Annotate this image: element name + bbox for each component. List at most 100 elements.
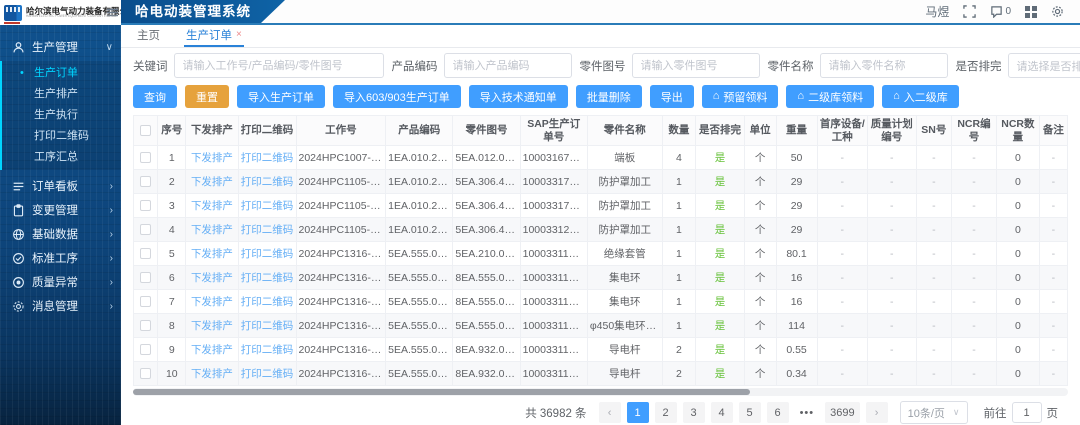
sidebar-item-生产执行[interactable]: 生产执行 bbox=[2, 105, 121, 126]
dispatch-link[interactable]: 下发排产 bbox=[186, 314, 238, 338]
print-qr-link[interactable]: 打印二维码 bbox=[238, 146, 296, 170]
row-checkbox[interactable] bbox=[140, 200, 151, 211]
select-all-checkbox[interactable] bbox=[140, 125, 151, 136]
cell: 2024HPC1316-1833-2 bbox=[296, 266, 386, 290]
page-button-3699[interactable]: 3699 bbox=[825, 402, 859, 423]
filter-零件名称: 零件名称 bbox=[768, 53, 948, 78]
print-qr-link[interactable]: 打印二维码 bbox=[238, 242, 296, 266]
print-qr-link[interactable]: 打印二维码 bbox=[238, 314, 296, 338]
page-ellipsis[interactable]: ••• bbox=[795, 402, 820, 423]
print-qr-link[interactable]: 打印二维码 bbox=[238, 218, 296, 242]
dispatch-link[interactable]: 下发排产 bbox=[186, 242, 238, 266]
sidebar-item-生产订单[interactable]: 生产订单 bbox=[2, 63, 121, 84]
sidebar-group-生产管理[interactable]: 生产管理∨ bbox=[0, 35, 121, 59]
button-label: 导入技术通知单 bbox=[480, 89, 557, 105]
sidebar-group-基础数据[interactable]: 基础数据› bbox=[0, 222, 121, 246]
tab-主页[interactable]: 主页 bbox=[135, 27, 162, 47]
cell: - bbox=[916, 218, 951, 242]
page-size-select[interactable]: 10条/页∨ bbox=[900, 401, 968, 424]
filter-input-关键词[interactable] bbox=[174, 53, 384, 78]
row-checkbox[interactable] bbox=[140, 176, 151, 187]
message-count: 0 bbox=[1005, 6, 1011, 17]
print-qr-link[interactable]: 打印二维码 bbox=[238, 194, 296, 218]
print-qr-link[interactable]: 打印二维码 bbox=[238, 170, 296, 194]
dispatch-link[interactable]: 下发排产 bbox=[186, 170, 238, 194]
cell: 0 bbox=[996, 194, 1039, 218]
cell: 6 bbox=[158, 266, 186, 290]
scrollbar-thumb[interactable] bbox=[133, 389, 750, 395]
导入生产订单-button[interactable]: 导入生产订单 bbox=[237, 85, 325, 108]
prev-page-button[interactable]: ‹ bbox=[599, 402, 621, 423]
导入技术通知单-button[interactable]: 导入技术通知单 bbox=[469, 85, 568, 108]
入二级库-button[interactable]: ⌂入二级库 bbox=[882, 85, 959, 108]
row-checkbox[interactable] bbox=[140, 152, 151, 163]
cell: - bbox=[952, 338, 997, 362]
导出-button[interactable]: 导出 bbox=[650, 85, 694, 108]
page-button-1[interactable]: 1 bbox=[627, 402, 649, 423]
button-label: 重置 bbox=[196, 89, 218, 105]
sidebar-group-订单看板[interactable]: 订单看板› bbox=[0, 174, 121, 198]
sidebar-group-标准工序[interactable]: 标准工序› bbox=[0, 246, 121, 270]
预留领料-button[interactable]: ⌂预留领料 bbox=[702, 85, 779, 108]
dispatch-link[interactable]: 下发排产 bbox=[186, 146, 238, 170]
sidebar-group-变更管理[interactable]: 变更管理› bbox=[0, 198, 121, 222]
cell: 0 bbox=[996, 218, 1039, 242]
apps-grid-icon[interactable] bbox=[1025, 6, 1037, 18]
horizontal-scrollbar[interactable] bbox=[133, 388, 1068, 396]
page-button-2[interactable]: 2 bbox=[655, 402, 677, 423]
二级库领料-button[interactable]: ⌂二级库领料 bbox=[786, 85, 874, 108]
tab-close-icon[interactable]: × bbox=[236, 30, 242, 40]
filter-input-零件图号[interactable] bbox=[632, 53, 760, 78]
sidebar-item-打印二维码[interactable]: 打印二维码 bbox=[2, 126, 121, 147]
filter-input-产品编码[interactable] bbox=[444, 53, 572, 78]
print-qr-link[interactable]: 打印二维码 bbox=[238, 266, 296, 290]
filter-input-零件名称[interactable] bbox=[820, 53, 948, 78]
sidebar-group-消息管理[interactable]: 消息管理› bbox=[0, 294, 121, 318]
dispatch-link[interactable]: 下发排产 bbox=[186, 290, 238, 314]
user-name[interactable]: 马煜 bbox=[925, 3, 949, 20]
message-bell-icon[interactable]: 0 bbox=[990, 5, 1011, 18]
page-button-3[interactable]: 3 bbox=[683, 402, 705, 423]
sidebar-item-工序汇总[interactable]: 工序汇总 bbox=[2, 147, 121, 168]
dispatch-link[interactable]: 下发排产 bbox=[186, 362, 238, 386]
tab-生产订单[interactable]: 生产订单× bbox=[184, 27, 244, 47]
print-qr-link[interactable]: 打印二维码 bbox=[238, 290, 296, 314]
print-qr-link[interactable]: 打印二维码 bbox=[238, 338, 296, 362]
sidebar-group-质量异常[interactable]: 质量异常› bbox=[0, 270, 121, 294]
dispatch-link[interactable]: 下发排产 bbox=[186, 266, 238, 290]
cell: - bbox=[1039, 170, 1067, 194]
filter-select-是否排完[interactable]: 请选择是否排完∨ bbox=[1008, 53, 1080, 78]
page-button-5[interactable]: 5 bbox=[739, 402, 761, 423]
page-button-6[interactable]: 6 bbox=[767, 402, 789, 423]
cell: - bbox=[916, 338, 951, 362]
row-checkbox[interactable] bbox=[140, 272, 151, 283]
cell: - bbox=[952, 242, 997, 266]
page-button-4[interactable]: 4 bbox=[711, 402, 733, 423]
sidebar-item-生产排产[interactable]: 生产排产 bbox=[2, 84, 121, 105]
column-header-质量计划编号: 质量计划编号 bbox=[868, 116, 917, 146]
table-row: 7下发排产打印二维码2024HPC1316-1833-25EA.555.0312… bbox=[134, 290, 1068, 314]
dispatch-link[interactable]: 下发排产 bbox=[186, 338, 238, 362]
cell: - bbox=[952, 266, 997, 290]
cell: 0.55 bbox=[776, 338, 817, 362]
查询-button[interactable]: 查询 bbox=[133, 85, 177, 108]
row-checkbox[interactable] bbox=[140, 248, 151, 259]
row-checkbox[interactable] bbox=[140, 320, 151, 331]
批量删除-button[interactable]: 批量删除 bbox=[576, 85, 642, 108]
row-checkbox[interactable] bbox=[140, 344, 151, 355]
next-page-button[interactable]: › bbox=[866, 402, 888, 423]
row-checkbox[interactable] bbox=[140, 296, 151, 307]
cell: 个 bbox=[744, 170, 776, 194]
cell: 2 bbox=[662, 338, 696, 362]
print-qr-link[interactable]: 打印二维码 bbox=[238, 362, 296, 386]
row-checkbox[interactable] bbox=[140, 224, 151, 235]
row-checkbox[interactable] bbox=[140, 368, 151, 379]
goto-page-input[interactable] bbox=[1012, 402, 1042, 423]
导入603/903生产订单-button[interactable]: 导入603/903生产订单 bbox=[333, 85, 461, 108]
cell: - bbox=[817, 362, 867, 386]
dispatch-link[interactable]: 下发排产 bbox=[186, 194, 238, 218]
dispatch-link[interactable]: 下发排产 bbox=[186, 218, 238, 242]
重置-button[interactable]: 重置 bbox=[185, 85, 229, 108]
fullscreen-icon[interactable] bbox=[963, 5, 976, 18]
settings-gear-icon[interactable] bbox=[1051, 5, 1064, 18]
